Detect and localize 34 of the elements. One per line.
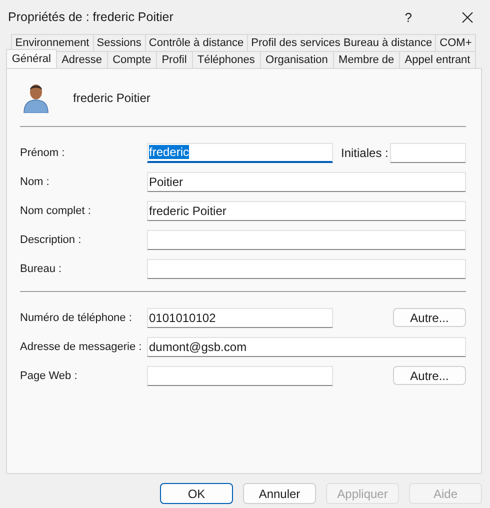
- field-label: Nom complet :: [20, 204, 92, 216]
- tab[interactable]: Appel entrant: [398, 51, 476, 68]
- close-icon[interactable]: [462, 12, 473, 22]
- field-label: Bureau :: [20, 262, 63, 274]
- tab[interactable]: Général: [6, 49, 57, 68]
- input-field[interactable]: [390, 142, 466, 162]
- field-label: Description :: [20, 234, 82, 246]
- dialog-button[interactable]: Annuler: [243, 483, 316, 504]
- dialog-button[interactable]: OK: [160, 483, 233, 504]
- user-name: frederic Poitier: [73, 90, 150, 104]
- tab[interactable]: Environnement: [11, 34, 94, 51]
- help-button[interactable]: ?: [404, 10, 412, 24]
- input-field[interactable]: 0101010102: [147, 308, 333, 328]
- input-field[interactable]: Poitier: [147, 172, 466, 192]
- field-label: Adresse de messagerie :: [20, 340, 143, 352]
- input-field[interactable]: [147, 258, 466, 278]
- field-label: Nom :: [20, 176, 50, 188]
- field-label: Numéro de téléphone :: [20, 312, 133, 324]
- user-icon: [23, 82, 49, 112]
- window-title: Propriétés de : frederic Poitier: [8, 10, 174, 24]
- other-button[interactable]: Autre...: [393, 366, 466, 385]
- tab[interactable]: Téléphones: [192, 51, 261, 68]
- field-label: Page Web :: [20, 370, 78, 382]
- tab[interactable]: COM+: [435, 34, 476, 51]
- other-button[interactable]: Autre...: [393, 308, 466, 327]
- input-field[interactable]: frederic Poitier: [147, 200, 466, 220]
- input-field[interactable]: [147, 230, 466, 250]
- tab[interactable]: Compte: [106, 51, 157, 68]
- input-field[interactable]: frederic: [147, 142, 333, 162]
- field-label: Prénom :: [20, 146, 66, 158]
- field-label: Initiales :: [341, 146, 390, 160]
- input-field[interactable]: [147, 366, 333, 386]
- tab[interactable]: Organisation: [260, 51, 334, 68]
- input-field[interactable]: dumont@gsb.com: [147, 336, 466, 356]
